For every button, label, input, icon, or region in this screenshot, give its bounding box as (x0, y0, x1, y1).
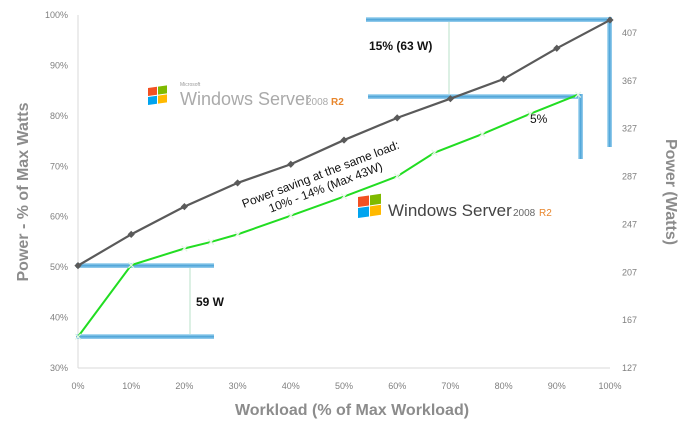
y2-tick-label: 407 (622, 28, 637, 38)
logo-brand: Microsoft (180, 82, 201, 88)
logo-product: Windows Server (180, 89, 311, 109)
x-tick-label: 80% (495, 381, 513, 391)
bottom-saving-label: 59 W (196, 295, 225, 309)
y-tick-label: 70% (50, 161, 68, 171)
y2-tick-label: 327 (622, 124, 637, 134)
y2-axis-title: Power (Watts) (662, 139, 679, 245)
y-tick-label: 100% (45, 10, 68, 20)
fifty-bar (76, 263, 214, 268)
y2-tick-label: 167 (622, 315, 637, 325)
y-axis-title: Power - % of Max Watts (15, 102, 32, 281)
windows-server-logo-lower: Windows Server 2008 R2 (358, 193, 552, 220)
top-bar (366, 17, 611, 22)
x-tick-label: 70% (441, 381, 459, 391)
power-chart: 0% 10% 20% 30% 40% 50% 60% 70% 80% 90% 100% 30% 40%… (15, 10, 679, 419)
windows-flag-icon (148, 85, 167, 105)
y2-tick-label: 127 (622, 363, 637, 373)
data-point (287, 160, 295, 168)
y2-tick-label: 207 (622, 267, 637, 277)
x-tick-labels: 0% 10% 20% 30% 40% 50% 60% 70% 80% 90% 100% (71, 381, 621, 391)
x-tick-label: 10% (122, 381, 140, 391)
mid-right-vbar (578, 94, 583, 159)
y-tick-label: 90% (50, 60, 68, 70)
logo-version: 2008 (513, 208, 536, 219)
mid-bar (368, 94, 583, 99)
top-right-vbar (607, 17, 612, 147)
data-point (393, 114, 401, 122)
y-tick-label: 30% (50, 363, 68, 373)
x-tick-label: 20% (175, 381, 193, 391)
windows-server-logo-upper: Microsoft Windows Server 2008 R2 (148, 82, 344, 109)
y2-tick-label: 247 (622, 219, 637, 229)
x-tick-label: 0% (71, 381, 84, 391)
y-tick-label: 80% (50, 111, 68, 121)
y-tick-label: 50% (50, 262, 68, 272)
x-tick-label: 90% (548, 381, 566, 391)
logo-suffix: R2 (539, 208, 552, 219)
mid-saving-label: 5% (530, 112, 548, 126)
logo-version: 2008 (306, 97, 329, 108)
y2-tick-labels: 127 167 207 247 287 327 367 407 (622, 28, 637, 373)
y-tick-label: 60% (50, 212, 68, 222)
x-tick-label: 100% (598, 381, 621, 391)
logo-suffix: R2 (331, 97, 344, 108)
x-tick-label: 30% (229, 381, 247, 391)
logo-product: Windows Server (388, 201, 512, 220)
data-point (340, 136, 348, 144)
x-tick-label: 40% (282, 381, 300, 391)
x-tick-label: 50% (335, 381, 353, 391)
data-point (234, 179, 242, 187)
top-saving-label: 15% (63 W) (369, 39, 432, 53)
windows-flag-icon (358, 193, 381, 218)
y2-tick-label: 367 (622, 76, 637, 86)
low-bar (76, 334, 214, 339)
y2-tick-label: 287 (622, 172, 637, 182)
x-tick-label: 60% (388, 381, 406, 391)
y-tick-labels: 30% 40% 50% 60% 70% 80% 90% 100% (45, 10, 68, 373)
y-tick-label: 40% (50, 313, 68, 323)
x-axis-title: Workload (% of Max Workload) (235, 402, 469, 419)
